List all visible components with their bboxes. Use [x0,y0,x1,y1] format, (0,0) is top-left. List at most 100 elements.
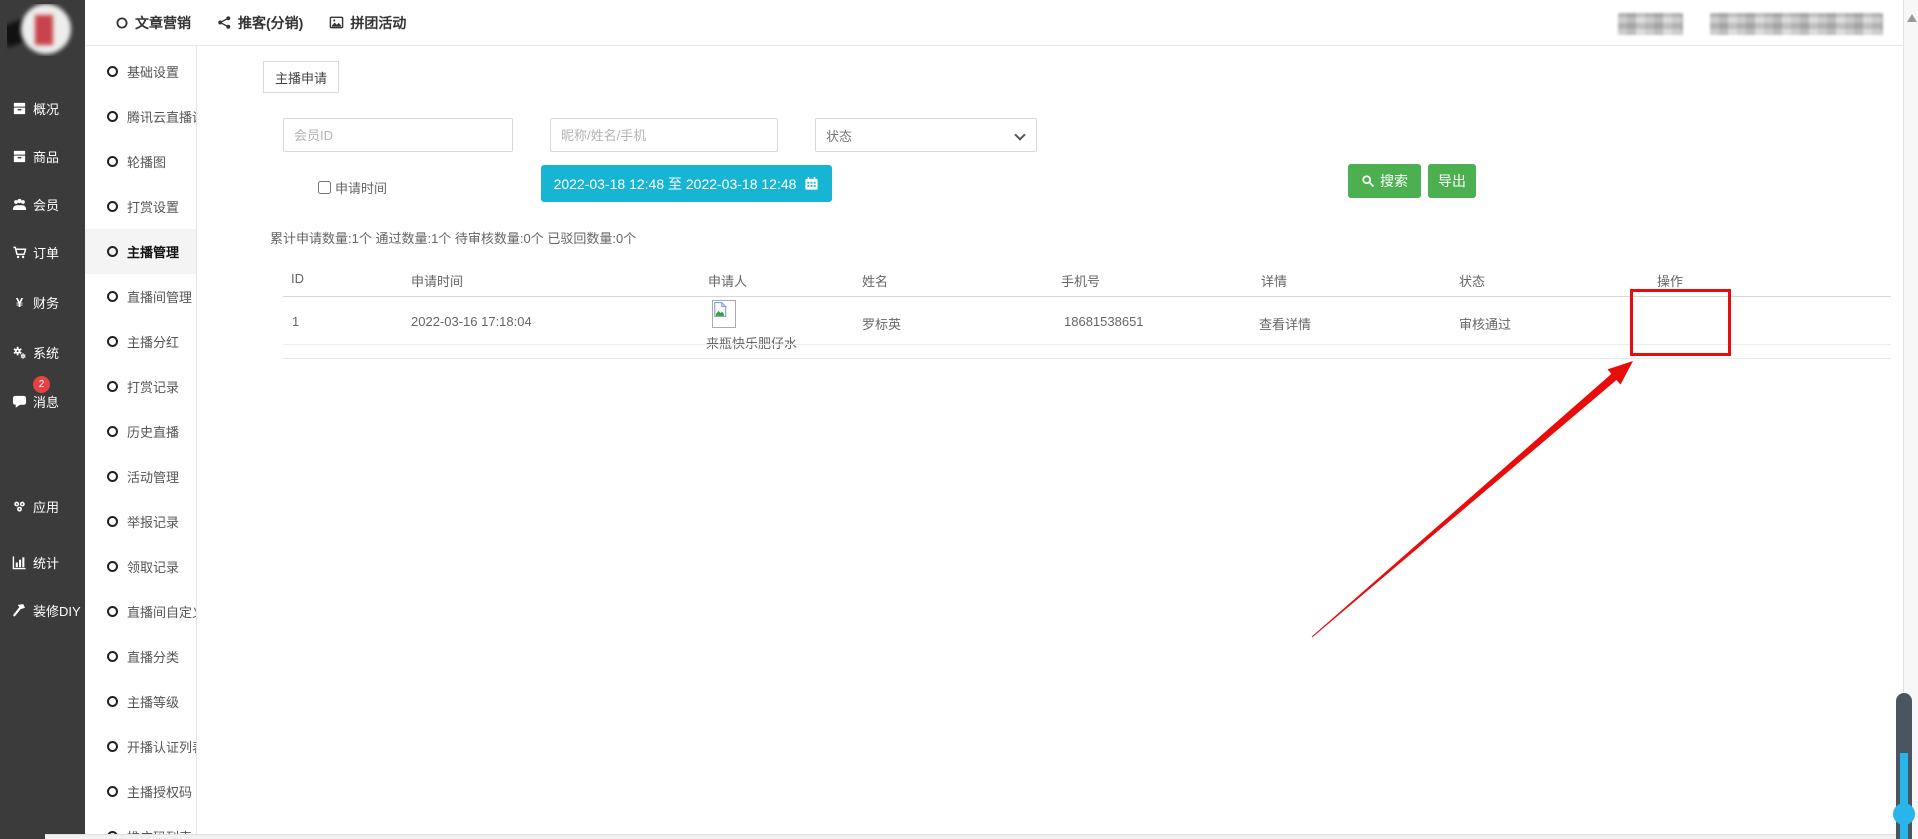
submenu-label: 直播间自定义 [127,602,197,621]
overview-box-icon [12,101,27,116]
svg-text:¥: ¥ [16,295,24,310]
sidebar-item-statistics[interactable]: 统计 [0,551,85,573]
submenu-item-anchor-levels[interactable]: 主播等级 [85,679,196,724]
submenu-item-anchor-auth-code[interactable]: 主播授权码 [85,769,196,814]
apply-time-checkbox[interactable] [318,181,331,194]
col-header-status: 状态 [1459,271,1485,290]
submenu-label: 开播认证列表 [127,737,197,756]
submenu-item-liveroom-custom[interactable]: 直播间自定义 [85,589,196,634]
submenu-label: 打赏设置 [127,197,179,216]
col-header-apply-time: 申请时间 [411,271,463,290]
submenu-item-broadcast-cert-list[interactable]: 开播认证列表 [85,724,196,769]
sidebar-item-system[interactable]: 系统 [0,341,85,363]
keyword-input[interactable] [550,118,778,152]
message-count-badge: 2 [33,376,50,393]
apply-time-filter: 申请时间 [318,178,387,197]
status-select[interactable]: 状态 [815,118,1037,152]
submenu-label: 直播间管理 [127,287,192,306]
export-button[interactable]: 导出 [1428,164,1476,198]
chat-bubble-icon [12,394,27,409]
submenu-item-report-records[interactable]: 举报记录 [85,499,196,544]
sidebar-item-label: 概况 [33,99,59,118]
product-box-icon [12,149,27,164]
submenu-item-reward-records[interactable]: 打赏记录 [85,364,196,409]
sidebar-item-orders[interactable]: 订单 [0,241,85,263]
topnav-item-distribution[interactable]: 推客(分销) [217,13,303,33]
user-avatar-blurred[interactable] [1618,13,1683,35]
logo-blur-shape [35,15,53,45]
submenu-label: 轮播图 [127,152,166,171]
submenu-label: 活动管理 [127,467,179,486]
horizontal-scrollbar[interactable] [45,834,1903,839]
ring-icon [107,651,118,662]
scroll-position-indicator[interactable] [1896,693,1912,839]
col-header-action: 操作 [1657,271,1683,290]
ring-icon [107,606,118,617]
tab-anchor-apply[interactable]: 主播申请 [263,61,339,93]
ring-icon [107,381,118,392]
user-info-blurred[interactable] [1710,13,1883,35]
ring-icon [107,66,118,77]
view-detail-link[interactable]: 查看详情 [1259,314,1311,333]
bar-chart-icon [12,555,27,570]
submenu-label: 历史直播 [127,422,179,441]
submenu-item-reward-settings[interactable]: 打赏设置 [85,184,196,229]
hammer-icon [12,603,27,618]
submenu-item-claim-records[interactable]: 领取记录 [85,544,196,589]
submenu-label: 打赏记录 [127,377,179,396]
sidebar-item-apps[interactable]: 应用 [0,495,85,517]
ring-icon [107,156,118,167]
topnav-label: 拼团活动 [350,13,406,33]
topnav-label: 文章营销 [135,13,191,33]
sidebar-item-members[interactable]: 会员 [0,193,85,215]
ring-icon [107,561,118,572]
ring-icon [107,426,118,437]
date-range-text: 2022-03-18 12:48 至 2022-03-18 12:48 [554,174,797,194]
topnav-label: 推客(分销) [238,13,303,33]
date-range-button[interactable]: 2022-03-18 12:48 至 2022-03-18 12:48 [541,165,832,202]
submenu-item-anchor-dividend[interactable]: 主播分红 [85,319,196,364]
sidebar-item-label: 应用 [33,497,59,516]
submenu-item-tencent-live-settings[interactable]: 腾讯云直播设置 [85,94,196,139]
sidebar-item-products[interactable]: 商品 [0,145,85,167]
export-button-label: 导出 [1438,171,1466,191]
topnav-item-article-marketing[interactable]: 文章营销 [115,13,191,33]
submenu-item-live-categories[interactable]: 直播分类 [85,634,196,679]
col-header-detail: 详情 [1261,271,1287,290]
submenu-item-activity-management[interactable]: 活动管理 [85,454,196,499]
apply-time-label: 申请时间 [335,178,387,197]
sidebar-item-messages[interactable]: 消息 2 [0,390,85,412]
yen-icon: ¥ [12,295,27,310]
submenu-item-live-history[interactable]: 历史直播 [85,409,196,454]
ring-icon [107,336,118,347]
sidebar-item-overview[interactable]: 概况 [0,97,85,119]
gears-icon [12,345,27,360]
ring-icon [107,516,118,527]
sidebar-item-finance[interactable]: ¥ 财务 [0,291,85,313]
scroll-up-arrow-icon[interactable] [1907,14,1917,22]
sidebar-item-label: 消息 [33,392,59,411]
ring-icon [107,471,118,482]
ring-icon [107,741,118,752]
app-logo [7,4,77,56]
topnav-item-group-activity[interactable]: 拼团活动 [329,13,406,33]
col-header-phone: 手机号 [1061,271,1100,290]
member-id-input[interactable] [283,118,513,152]
submenu-label: 领取记录 [127,557,179,576]
submenu-item-liveroom-management[interactable]: 直播间管理 [85,274,196,319]
ring-icon [107,786,118,797]
calendar-icon [804,176,819,191]
search-button-label: 搜索 [1380,171,1408,191]
submenu-label: 腾讯云直播设置 [127,107,197,126]
cell-status: 审核通过 [1459,314,1511,333]
submenu-label: 主播管理 [127,242,179,261]
sidebar-item-decorate-diy[interactable]: 装修DIY [0,599,85,621]
image-icon [329,15,344,30]
chevron-down-icon [1014,129,1025,140]
search-button[interactable]: 搜索 [1348,164,1421,198]
submenu-item-basic-settings[interactable]: 基础设置 [85,49,196,94]
submenu-item-carousel[interactable]: 轮播图 [85,139,196,184]
submenu-item-anchor-management[interactable]: 主播管理 [85,229,196,274]
sidebar-item-label: 商品 [33,147,59,166]
ring-icon [107,246,118,257]
